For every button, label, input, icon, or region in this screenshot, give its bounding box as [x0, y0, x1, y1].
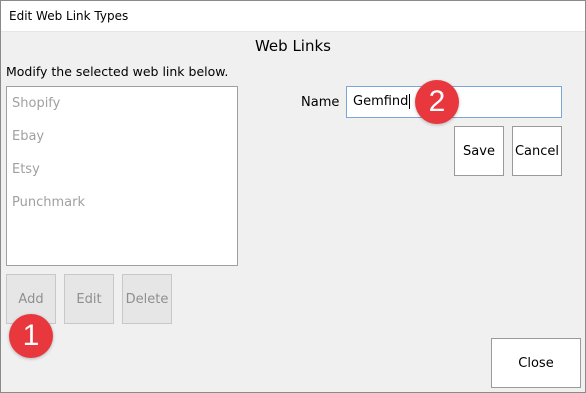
section-heading: Web Links [254, 37, 331, 55]
cancel-button[interactable]: Cancel [512, 126, 562, 176]
list-item[interactable]: Ebay [12, 129, 44, 144]
title-bar: Edit Web Link Types [1, 1, 585, 32]
edit-button[interactable]: Edit [64, 274, 114, 324]
step-marker-1: 1 [9, 314, 53, 358]
save-button[interactable]: Save [454, 126, 504, 176]
delete-button[interactable]: Delete [122, 274, 172, 324]
instruction-text: Modify the selected web link below. [6, 64, 229, 79]
list-item[interactable]: Punchmark [12, 195, 85, 210]
list-item[interactable]: Etsy [12, 162, 40, 177]
list-item[interactable]: Shopify [12, 96, 60, 111]
close-button[interactable]: Close [491, 338, 581, 388]
dialog-window: Edit Web Link Types Web Links Modify the… [0, 0, 586, 393]
text-caret [409, 94, 411, 109]
web-link-list[interactable]: Shopify Ebay Etsy Punchmark [6, 86, 238, 266]
name-field-value: Gemfind [353, 94, 409, 109]
step-marker-2: 2 [415, 80, 459, 124]
name-label: Name [301, 95, 340, 110]
window-title: Edit Web Link Types [9, 9, 129, 23]
